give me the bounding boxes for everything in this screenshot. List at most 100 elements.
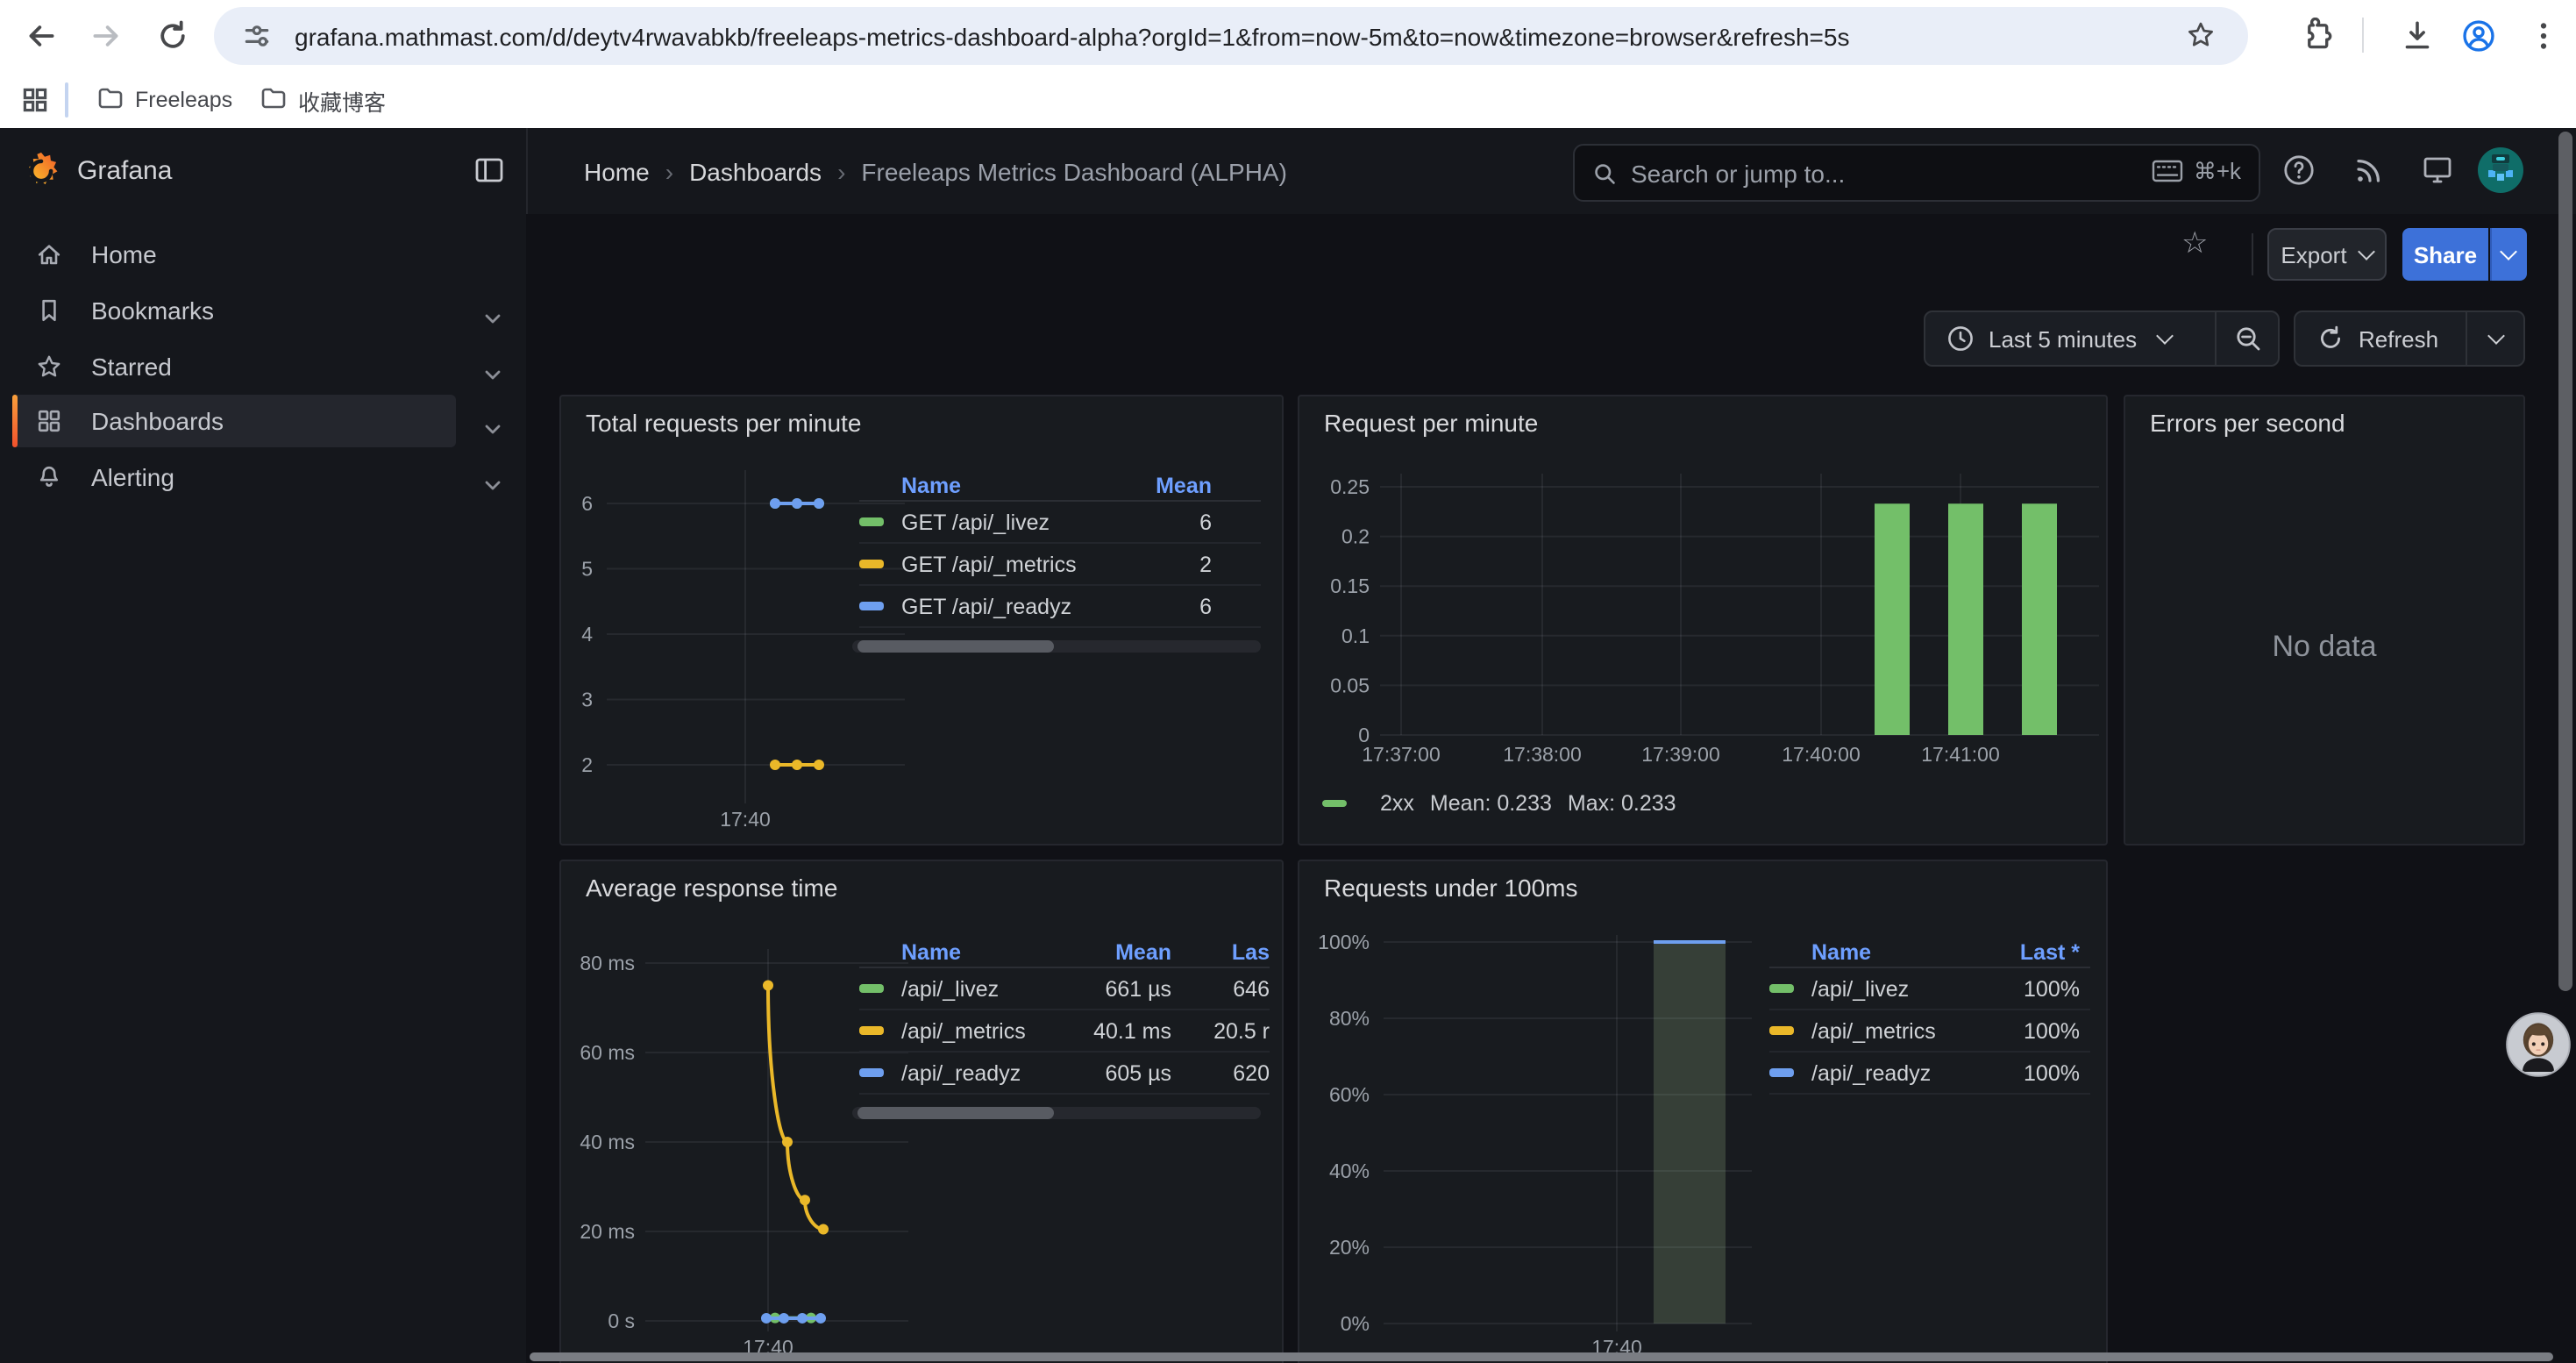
panel-average-response-time: Average response time 80 ms60 ms40 ms20 …: [559, 860, 1284, 1363]
bar-2xx[interactable]: [1875, 503, 1910, 735]
legend-value: 605 µs: [1063, 1060, 1171, 1085]
panel-title[interactable]: Errors per second: [2150, 409, 2345, 437]
chevron-down-icon: [2501, 243, 2518, 260]
breadcrumb-dashboards[interactable]: Dashboards: [689, 157, 822, 185]
back-icon[interactable]: [23, 18, 60, 54]
legend-row[interactable]: /api/_readyz605 µs620: [859, 1053, 1270, 1095]
forward-icon[interactable]: [88, 18, 125, 54]
breadcrumb-home[interactable]: Home: [584, 157, 650, 185]
legend-row[interactable]: /api/_metrics100%: [1769, 1010, 2090, 1053]
y-tick: 0.1: [1341, 624, 1370, 647]
legend-header: NameLast *: [1769, 937, 2090, 968]
reload-icon[interactable]: [154, 18, 191, 54]
bell-icon: [35, 463, 63, 491]
legend-row[interactable]: GET /api/_readyz6: [859, 586, 1261, 628]
green-series-pill: [859, 518, 884, 526]
favorite-star-icon[interactable]: ☆: [2181, 226, 2209, 261]
time-range-group: Last 5 minutes: [1924, 310, 2280, 367]
y-tick: 0.2: [1341, 525, 1370, 548]
legend-series-name[interactable]: GET /api/_metrics: [901, 552, 1114, 576]
legend-series-name[interactable]: /api/_readyz: [901, 1060, 1063, 1085]
nav-sidebar: Home Bookmarks StarredDashboardsAlerting: [0, 214, 528, 1363]
url-text[interactable]: grafana.mathmast.com/d/deytv4rwavabkb/fr…: [295, 22, 2143, 50]
news-rss-icon[interactable]: [2352, 153, 2387, 188]
legend-scrollbar[interactable]: [852, 640, 1261, 653]
legend-series-name[interactable]: /api/_metrics: [1811, 1018, 1975, 1043]
sidebar-item-alerting[interactable]: Alerting: [12, 451, 456, 503]
refresh-interval-dropdown[interactable]: [2467, 312, 2523, 365]
legend-row[interactable]: /api/_livez661 µs646: [859, 968, 1270, 1010]
legend-value: 100%: [1975, 1060, 2080, 1085]
legend-col-name[interactable]: Name: [1769, 939, 1975, 964]
download-icon[interactable]: [2399, 18, 2436, 54]
legend-col[interactable]: Mean: [1114, 473, 1212, 497]
legend-series-name[interactable]: GET /api/_livez: [901, 510, 1114, 534]
legend-col[interactable]: Last *: [1975, 939, 2080, 964]
bar-2xx[interactable]: [1948, 503, 1983, 735]
share-button[interactable]: Share: [2402, 228, 2488, 281]
legend-value: 100%: [1975, 976, 2080, 1001]
browser-menu-icon[interactable]: [2525, 18, 2562, 54]
chevron-down-icon[interactable]: [484, 303, 502, 318]
extensions-icon[interactable]: [2302, 18, 2339, 54]
legend-col-name[interactable]: Name: [859, 473, 1114, 497]
legend-value: 620: [1171, 1060, 1270, 1085]
search-icon: [1592, 161, 1617, 185]
bookmark-folder[interactable]: 收藏博客: [260, 81, 386, 119]
y-tick: 4: [581, 623, 593, 646]
zoom-out-button[interactable]: [2217, 312, 2278, 365]
share-dropdown-button[interactable]: [2489, 228, 2527, 281]
grafana-logo[interactable]: [21, 151, 61, 191]
sidebar-item-bookmarks[interactable]: Bookmarks: [12, 284, 456, 337]
legend-series-name[interactable]: GET /api/_readyz: [901, 594, 1114, 618]
address-bar[interactable]: grafana.mathmast.com/d/deytv4rwavabkb/fr…: [214, 7, 2248, 65]
legend-row[interactable]: /api/_readyz100%: [1769, 1053, 2090, 1095]
site-settings-icon[interactable]: [242, 21, 272, 51]
bar-2xx[interactable]: [2022, 503, 2057, 735]
user-avatar[interactable]: [2478, 147, 2523, 193]
monitor-icon[interactable]: [2420, 153, 2455, 188]
sidebar-item-label: Bookmarks: [91, 296, 214, 325]
legend-row[interactable]: GET /api/_metrics2: [859, 544, 1261, 586]
horizontal-scrollbar[interactable]: [530, 1352, 2553, 1361]
apps-grid-icon[interactable]: [21, 86, 49, 114]
legend-series-name[interactable]: /api/_readyz: [1811, 1060, 1975, 1085]
legend-row[interactable]: /api/_metrics40.1 ms20.5 r: [859, 1010, 1270, 1053]
y-tick: 0.05: [1330, 674, 1370, 696]
legend-series-name[interactable]: /api/_livez: [1811, 976, 1975, 1001]
legend-series-name[interactable]: /api/_livez: [901, 976, 1063, 1001]
sidebar-item-starred[interactable]: Starred: [12, 339, 456, 392]
search-input[interactable]: Search or jump to... ⌘+k: [1573, 144, 2260, 202]
legend-header: NameMean: [859, 470, 1261, 502]
zoom-out-icon: [2233, 325, 2261, 353]
bookmark-folder[interactable]: Freeleaps: [96, 81, 232, 119]
vertical-scrollbar[interactable]: [2558, 132, 2572, 991]
time-range-picker[interactable]: Last 5 minutes: [1925, 312, 2215, 365]
sidebar-toggle-icon[interactable]: [472, 153, 507, 188]
legend-series-name[interactable]: /api/_metrics: [901, 1018, 1063, 1043]
y-tick: 3: [581, 689, 593, 711]
browser-profile-icon[interactable]: [2460, 18, 2497, 54]
legend-value: 100%: [1975, 1018, 2080, 1043]
assistant-avatar[interactable]: [2506, 1012, 2571, 1077]
legend-row[interactable]: GET /api/_livez6: [859, 502, 1261, 544]
breadcrumb-current: Freeleaps Metrics Dashboard (ALPHA): [861, 157, 1287, 185]
legend-scrollbar[interactable]: [852, 1107, 1261, 1119]
request-per-minute-chart[interactable]: 0.250.20.150.10.05017:37:0017:38:0017:39…: [1299, 396, 2108, 846]
sidebar-item-dashboards[interactable]: Dashboards: [12, 396, 456, 448]
legend-col[interactable]: Mean: [1063, 939, 1171, 964]
sidebar-item-home[interactable]: Home: [12, 228, 456, 281]
chevron-down-icon[interactable]: [484, 470, 502, 484]
legend-col-name[interactable]: Name: [859, 939, 1063, 964]
blue-series-pill: [859, 1069, 884, 1077]
refresh-button[interactable]: Refresh: [2295, 312, 2466, 365]
chevron-down-icon[interactable]: [484, 359, 502, 373]
help-icon[interactable]: [2281, 153, 2316, 188]
legend-col[interactable]: Las: [1171, 939, 1270, 964]
legend-item-2xx[interactable]: 2xx Mean: 0.233 Max: 0.233: [1322, 791, 1676, 816]
export-button[interactable]: Export: [2267, 228, 2387, 281]
chevron-down-icon[interactable]: [484, 415, 502, 429]
bookmark-star-icon[interactable]: [2185, 19, 2217, 51]
x-tick: 17:41:00: [1921, 743, 2000, 766]
legend-row[interactable]: /api/_livez100%: [1769, 968, 2090, 1010]
